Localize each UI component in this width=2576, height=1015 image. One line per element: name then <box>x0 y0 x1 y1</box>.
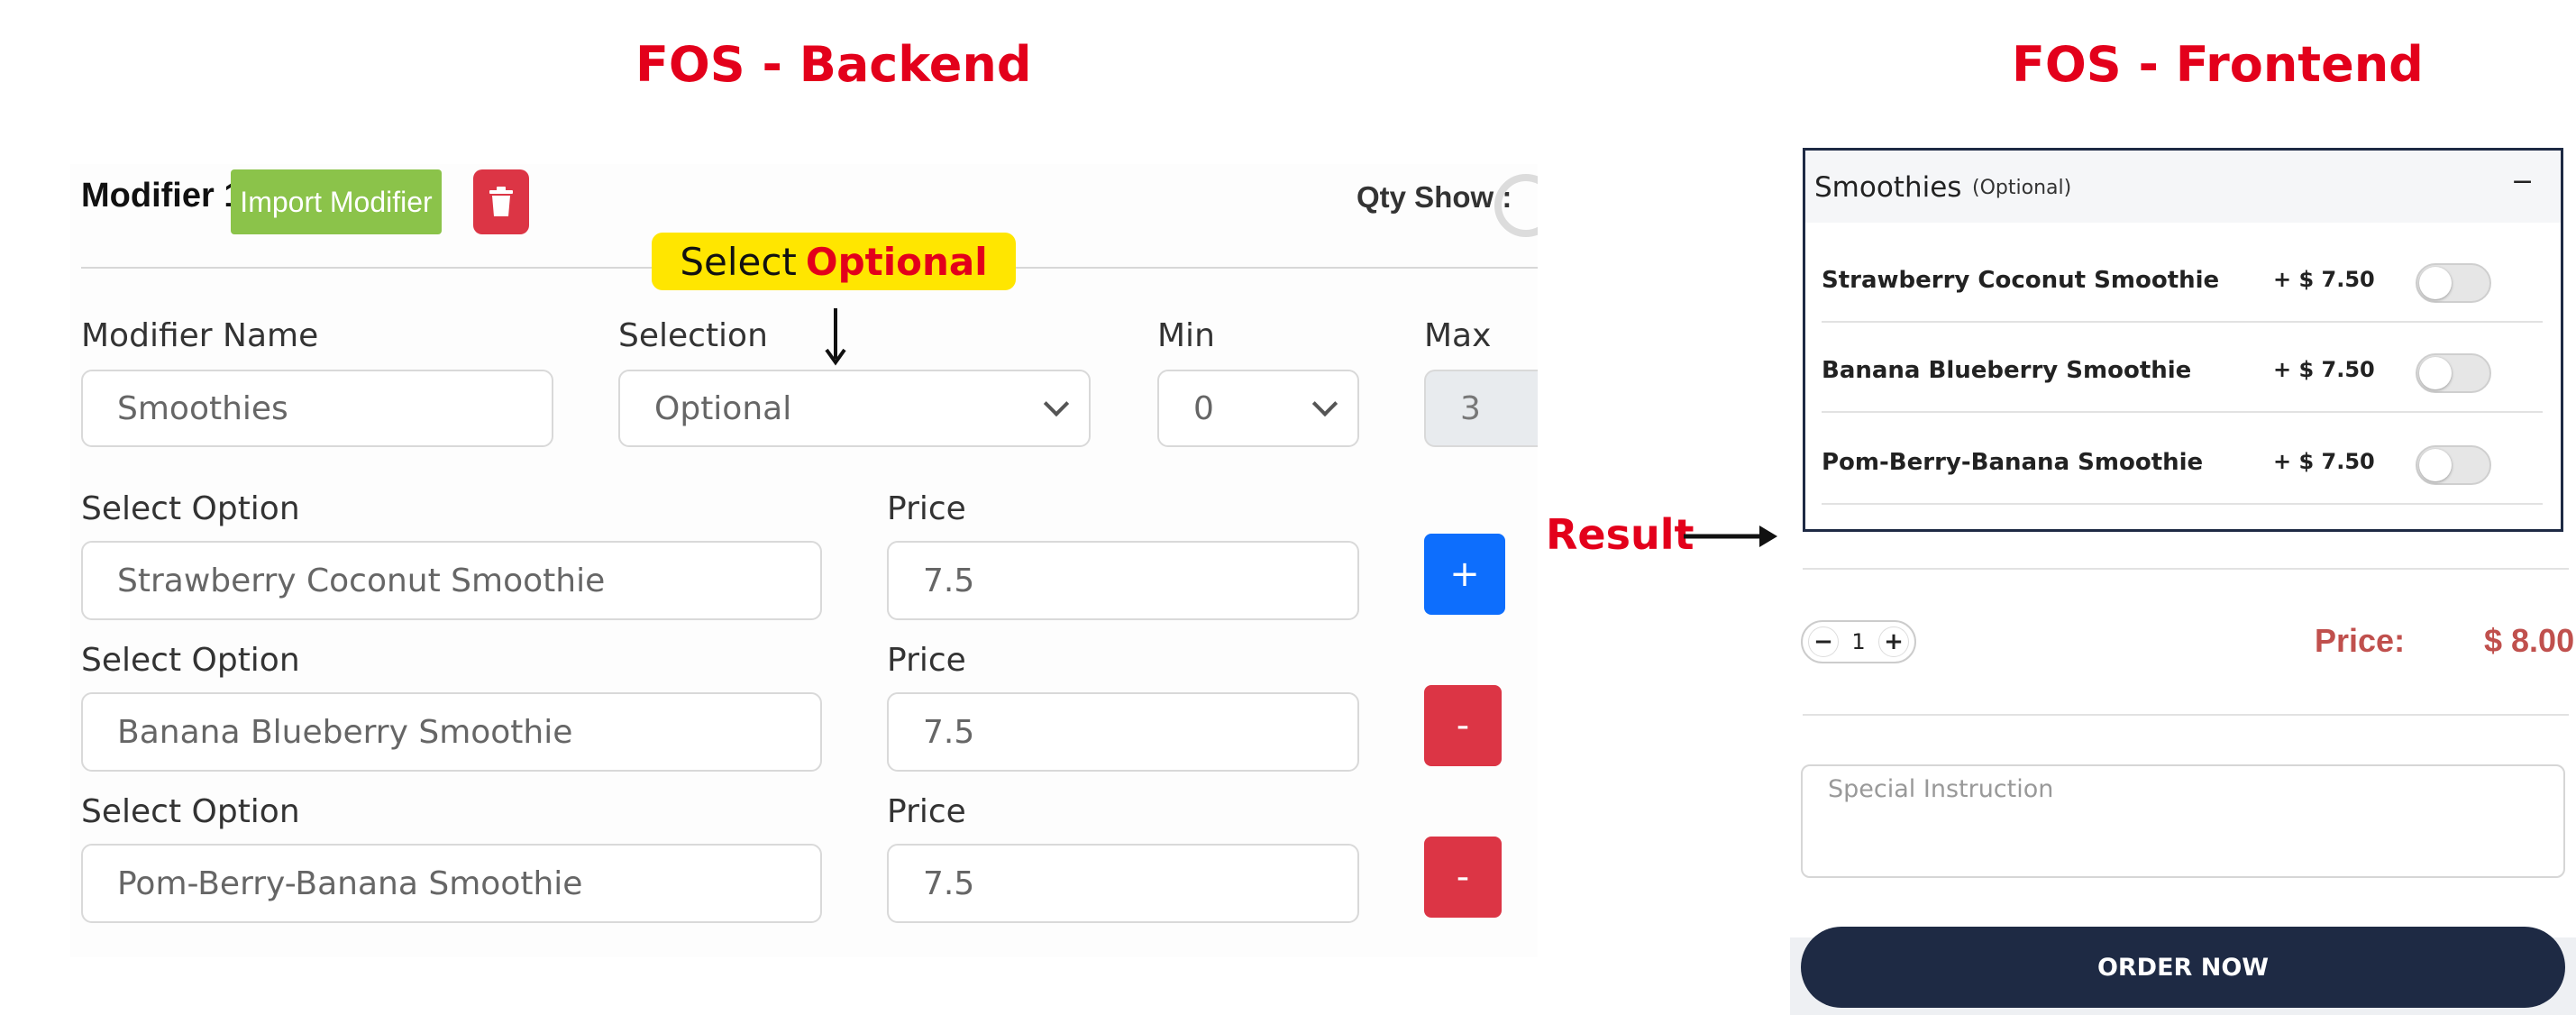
option-name-value: Strawberry Coconut Smoothie <box>117 562 606 599</box>
option-name-value: Pom-Berry-Banana Smoothie <box>117 864 583 902</box>
selection-value: Optional <box>654 389 792 427</box>
qty-minus-button[interactable]: − <box>1808 626 1839 657</box>
item-toggle[interactable] <box>2416 263 2491 303</box>
qty-value: 1 <box>1851 629 1866 654</box>
modifier-name-value: Smoothies <box>117 389 288 427</box>
selection-label: Selection <box>618 317 768 354</box>
price-label: Price <box>887 793 966 830</box>
remove-option-button[interactable]: - <box>1424 837 1502 918</box>
item-price: + $ 7.50 <box>2273 449 2375 474</box>
section-divider <box>1803 714 2569 716</box>
qty-plus-button[interactable]: + <box>1878 626 1909 657</box>
price-label: Price: <box>2315 622 2406 659</box>
group-optional-badge: (Optional) <box>1972 177 2072 199</box>
option-name-value: Banana Blueberry Smoothie <box>117 713 573 751</box>
item-name: Pom-Berry-Banana Smoothie <box>1822 449 2204 476</box>
max-input: 3 <box>1424 370 1538 447</box>
option-name-input[interactable]: Banana Blueberry Smoothie <box>81 692 822 772</box>
option-label: Select Option <box>81 642 300 679</box>
result-arrow-icon <box>1684 526 1777 547</box>
callout-prefix: Select <box>680 239 797 284</box>
import-modifier-button[interactable]: Import Modifier <box>231 169 442 234</box>
add-option-button[interactable]: + <box>1424 534 1505 615</box>
item-divider <box>1822 503 2543 505</box>
item-divider <box>1822 411 2543 413</box>
option-name-input[interactable]: Strawberry Coconut Smoothie <box>81 541 822 620</box>
modifier-title: Modifier 1 <box>81 177 243 215</box>
special-instruction-placeholder: Special Instruction <box>1828 775 2054 803</box>
option-price-value: 7.5 <box>923 562 975 599</box>
min-label: Min <box>1157 317 1215 354</box>
chevron-down-icon <box>1043 390 1070 417</box>
frontend-title: FOS - Frontend <box>2012 36 2424 93</box>
item-name: Banana Blueberry Smoothie <box>1822 357 2192 384</box>
chevron-down-icon <box>1311 390 1338 417</box>
option-name-input[interactable]: Pom-Berry-Banana Smoothie <box>81 844 822 923</box>
trash-icon <box>489 187 513 216</box>
price-label: Price <box>887 490 966 527</box>
modifier-name-input[interactable]: Smoothies <box>81 370 553 447</box>
select-optional-callout: Select Optional <box>652 233 1016 290</box>
item-divider <box>1822 321 2543 323</box>
option-price-input[interactable]: 7.5 <box>887 692 1359 772</box>
group-title: Smoothies <box>1814 171 1962 204</box>
min-select[interactable]: 0 <box>1157 370 1359 447</box>
option-price-input[interactable]: 7.5 <box>887 844 1359 923</box>
quantity-stepper: − 1 + <box>1801 620 1916 663</box>
item-toggle[interactable] <box>2416 353 2491 393</box>
selection-select[interactable]: Optional <box>618 370 1091 447</box>
item-price: + $ 7.50 <box>2273 357 2375 382</box>
max-value: 3 <box>1460 389 1481 427</box>
item-name: Strawberry Coconut Smoothie <box>1822 267 2220 294</box>
item-toggle[interactable] <box>2416 445 2491 485</box>
qty-show-label: Qty Show : <box>1357 180 1512 214</box>
option-label: Select Option <box>81 793 300 830</box>
modifier-name-label: Modifier Name <box>81 317 319 354</box>
option-label: Select Option <box>81 490 300 527</box>
option-price-value: 7.5 <box>923 713 975 751</box>
option-price-value: 7.5 <box>923 864 975 902</box>
price-value: $ 8.00 <box>2484 622 2575 659</box>
qty-show-toggle[interactable] <box>1494 174 1538 237</box>
min-value: 0 <box>1193 389 1214 427</box>
callout-arrow-icon <box>825 308 846 366</box>
special-instruction-textarea[interactable]: Special Instruction <box>1801 764 2565 878</box>
result-label: Result <box>1546 510 1694 559</box>
remove-option-button[interactable]: - <box>1424 685 1502 766</box>
item-price: + $ 7.50 <box>2273 267 2375 292</box>
option-price-input[interactable]: 7.5 <box>887 541 1359 620</box>
collapse-icon[interactable]: − <box>2511 166 2534 197</box>
callout-highlight: Optional <box>805 239 988 284</box>
backend-title: FOS - Backend <box>635 36 1032 93</box>
max-label: Max <box>1424 317 1492 354</box>
section-divider <box>1803 568 2569 570</box>
price-label: Price <box>887 642 966 679</box>
delete-modifier-button[interactable] <box>473 169 529 234</box>
order-now-button[interactable]: ORDER NOW <box>1801 927 2565 1008</box>
